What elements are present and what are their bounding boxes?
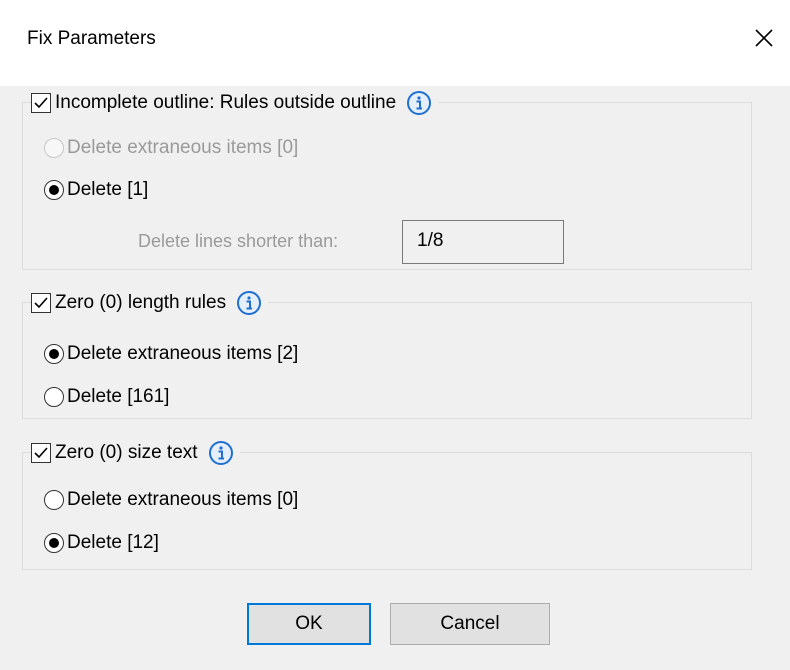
- group-title: Zero (0) length rules: [55, 292, 227, 313]
- radio-button[interactable]: [44, 344, 64, 364]
- zero-length-rules-checkbox[interactable]: [31, 293, 51, 313]
- group-header: Zero (0) length rules: [31, 288, 269, 318]
- option-label: Delete [12]: [67, 532, 159, 553]
- option-label: Delete [1]: [67, 179, 149, 200]
- dialog-title: Fix Parameters: [27, 28, 156, 49]
- fix-parameters-dialog: Fix Parameters Incomplete outline: Rules…: [0, 0, 790, 670]
- min-line-length-label: Delete lines shorter than:: [138, 231, 339, 251]
- option-delete[interactable]: Delete [161]: [44, 384, 169, 410]
- option-delete-extraneous[interactable]: Delete extraneous items [0]: [44, 487, 298, 513]
- checkmark-icon: [34, 297, 48, 309]
- radio-button[interactable]: [44, 138, 64, 158]
- option-delete-extraneous[interactable]: Delete extraneous items [2]: [44, 341, 298, 367]
- cancel-button[interactable]: Cancel: [390, 603, 550, 645]
- info-icon[interactable]: [406, 90, 432, 116]
- option-delete-extraneous[interactable]: Delete extraneous items [0]: [44, 135, 298, 161]
- option-label: Delete extraneous items [2]: [67, 343, 299, 364]
- min-line-length-field[interactable]: 1/8: [402, 220, 564, 264]
- title-bar: Fix Parameters: [0, 0, 790, 86]
- radio-button[interactable]: [44, 180, 64, 200]
- group-title: Incomplete outline: Rules outside outlin…: [55, 92, 397, 113]
- option-delete[interactable]: Delete [1]: [44, 177, 148, 203]
- group-zero-length-rules: Zero (0) length rules Delete extraneous …: [22, 288, 752, 419]
- group-incomplete-outline: Incomplete outline: Rules outside outlin…: [22, 88, 752, 270]
- group-zero-size-text: Zero (0) size text Delete extraneous ite…: [22, 438, 752, 570]
- option-label: Delete [161]: [67, 386, 170, 407]
- close-icon: [755, 29, 773, 47]
- radio-button[interactable]: [44, 387, 64, 407]
- radio-button[interactable]: [44, 490, 64, 510]
- group-header: Incomplete outline: Rules outside outlin…: [31, 88, 439, 118]
- group-header: Zero (0) size text: [31, 438, 240, 468]
- checkmark-icon: [34, 447, 48, 459]
- option-label: Delete extraneous items [0]: [67, 489, 299, 510]
- option-delete[interactable]: Delete [12]: [44, 530, 159, 556]
- close-button[interactable]: [742, 16, 786, 60]
- ok-button[interactable]: OK: [247, 603, 371, 645]
- radio-button[interactable]: [44, 533, 64, 553]
- option-label: Delete extraneous items [0]: [67, 137, 299, 158]
- incomplete-outline-checkbox[interactable]: [31, 93, 51, 113]
- checkmark-icon: [34, 97, 48, 109]
- group-title: Zero (0) size text: [55, 442, 198, 463]
- zero-size-text-checkbox[interactable]: [31, 443, 51, 463]
- info-icon[interactable]: [208, 440, 234, 466]
- info-icon[interactable]: [236, 290, 262, 316]
